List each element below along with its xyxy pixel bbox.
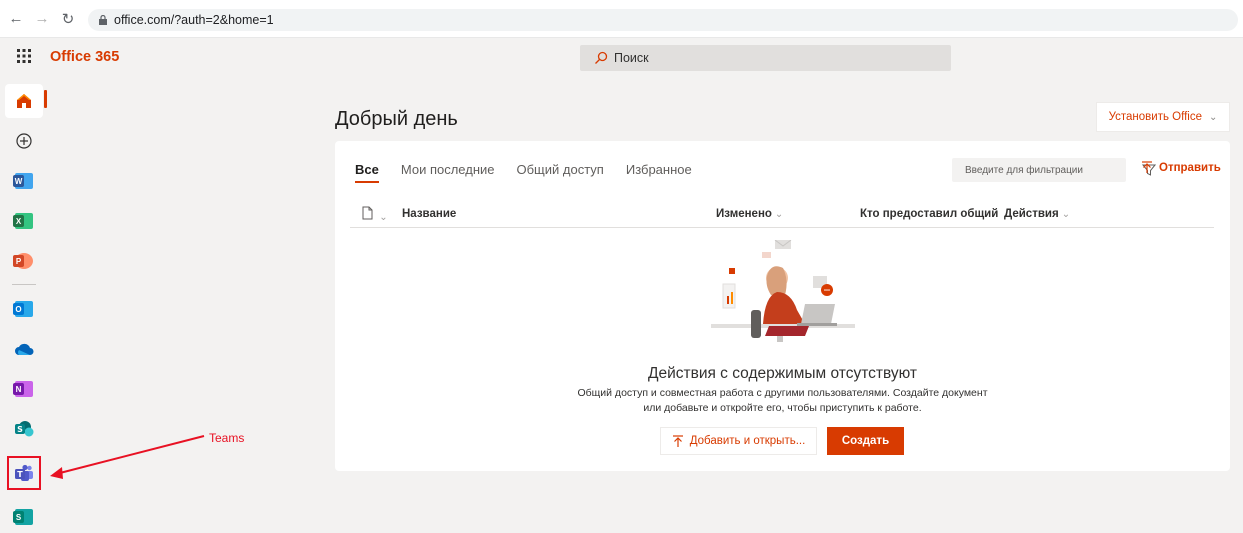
page-title: Добрый день	[335, 108, 458, 130]
table-header: ⌄ Название Изменено ⌄ Кто предоставил общ…	[350, 200, 1214, 228]
app-launcher-icon[interactable]	[16, 48, 32, 64]
shared-by-column-header[interactable]: Кто предоставил общий до	[860, 208, 1000, 220]
rail-excel[interactable]: X	[9, 206, 39, 236]
chevron-down-icon: ⌄	[1061, 209, 1071, 220]
back-arrow-icon[interactable]: ←	[6, 9, 26, 29]
upload-and-open-button[interactable]: Добавить и открыть...	[660, 427, 817, 455]
upload-arrow-icon	[672, 434, 683, 447]
home-icon	[17, 94, 31, 108]
rail-word[interactable]: W	[9, 166, 39, 196]
onedrive-icon	[15, 343, 34, 355]
document-tabs: Все Мои последние Общий доступ Избранное	[355, 162, 714, 183]
browser-toolbar: ← → ↻ office.com/?auth=2&home=1	[0, 0, 1243, 38]
rail-create[interactable]	[9, 126, 39, 156]
upload-arrow-icon	[1142, 161, 1152, 173]
rail-home[interactable]	[9, 86, 39, 116]
chevron-down-icon: ⌄	[1209, 111, 1218, 123]
documents-card: Все Мои последние Общий доступ Избранное…	[335, 141, 1230, 471]
file-icon	[362, 206, 373, 220]
excel-icon: X	[13, 213, 33, 229]
onenote-icon: N	[13, 381, 33, 397]
actions-column-header[interactable]: Действия ⌄	[1004, 208, 1070, 220]
rail-powerpoint[interactable]: P	[9, 246, 39, 276]
powerpoint-icon: P	[13, 253, 33, 269]
sway-icon: S	[13, 509, 33, 525]
address-bar[interactable]: office.com/?auth=2&home=1	[88, 9, 1238, 31]
install-office-label: Установить Office	[1108, 111, 1202, 123]
word-icon: W	[13, 173, 33, 189]
chevron-down-icon: ⌄	[379, 212, 388, 223]
rail-onedrive[interactable]	[9, 334, 39, 364]
filter-placeholder: Введите для фильтрации	[965, 164, 1083, 176]
empty-state-title: Действия с содержимым отсутствуют	[647, 365, 918, 382]
forward-arrow-icon[interactable]: →	[32, 9, 52, 29]
search-placeholder: Поиск	[614, 51, 649, 65]
teams-annotation-label: Teams	[209, 431, 245, 445]
tab-recent[interactable]: Мои последние	[401, 162, 495, 183]
rail-outlook[interactable]: O	[9, 294, 39, 324]
upload-and-open-label: Добавить и открыть...	[689, 435, 806, 447]
empty-state-illustration	[711, 240, 855, 342]
rail-divider	[12, 284, 36, 285]
actions-label: Действия	[1004, 208, 1059, 220]
rail-onenote[interactable]: N	[9, 374, 39, 404]
office-brand-link[interactable]: Office 365	[50, 49, 119, 65]
modified-label: Изменено	[716, 208, 772, 220]
url-text: office.com/?auth=2&home=1	[114, 13, 274, 27]
reload-icon[interactable]: ↻	[58, 9, 78, 29]
sharepoint-icon: S	[15, 421, 34, 437]
name-column-header[interactable]: Название	[402, 208, 456, 220]
outlook-icon: O	[13, 301, 33, 317]
tab-favorites[interactable]: Избранное	[626, 162, 692, 183]
file-type-column[interactable]: ⌄	[362, 206, 388, 223]
create-button[interactable]: Создать	[827, 427, 904, 455]
teams-highlight-box	[7, 456, 41, 490]
lock-icon	[99, 15, 107, 25]
empty-state-description: Общий доступ и совместная работа с други…	[335, 386, 1230, 416]
chevron-down-icon: ⌄	[774, 209, 784, 220]
install-office-button[interactable]: Установить Office ⌄	[1096, 102, 1230, 132]
rail-sharepoint[interactable]: S	[9, 414, 39, 444]
send-label: Отправить	[1159, 161, 1221, 174]
search-box[interactable]: Поиск	[580, 45, 951, 71]
tab-shared[interactable]: Общий доступ	[517, 162, 604, 183]
upload-send-button[interactable]: Отправить	[1141, 161, 1221, 174]
app-header: Office 365 Поиск	[0, 38, 1243, 78]
modified-column-header[interactable]: Изменено ⌄	[716, 208, 783, 220]
empty-state-line-1: Общий доступ и совместная работа с други…	[577, 387, 988, 399]
search-icon	[595, 51, 608, 64]
empty-state-line-2: или добавьте и откройте его, чтобы прист…	[643, 402, 922, 414]
tab-all[interactable]: Все	[355, 162, 379, 183]
svg-text:S: S	[17, 425, 23, 434]
plus-circle-icon	[16, 133, 32, 149]
rail-active-indicator	[44, 90, 47, 108]
rail-sway[interactable]: S	[9, 502, 39, 532]
filter-input[interactable]: Введите для фильтрации	[952, 158, 1156, 182]
